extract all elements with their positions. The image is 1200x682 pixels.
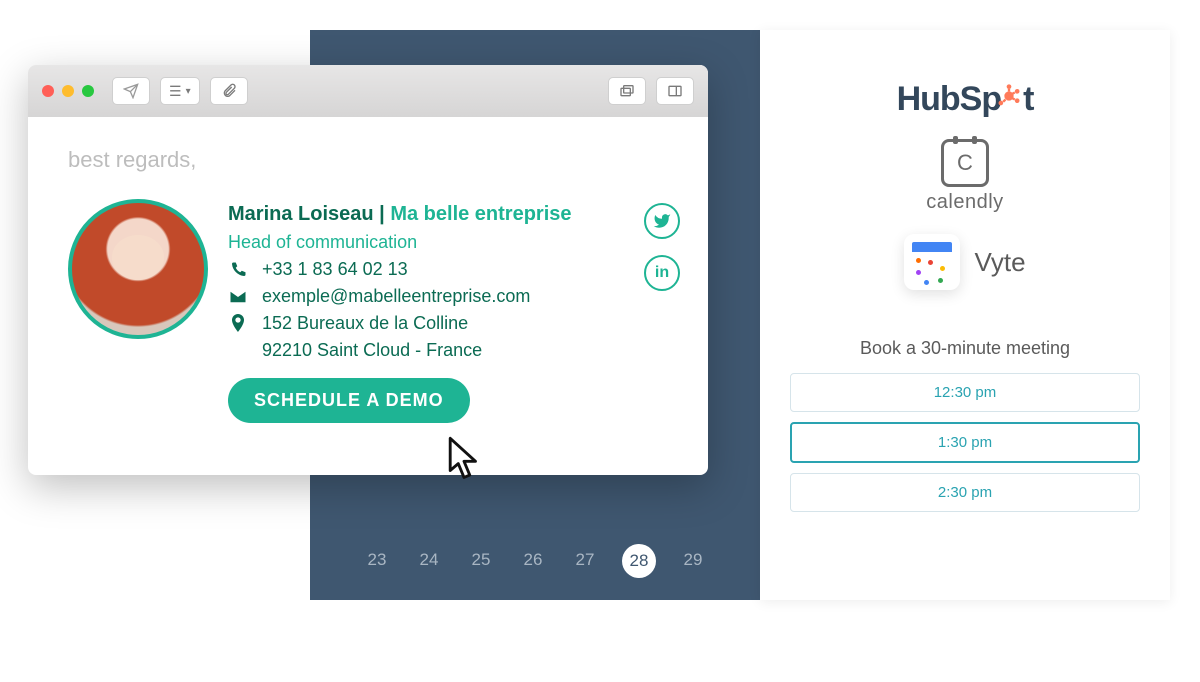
date-strip: 23 24 25 26 27 28 29	[310, 550, 760, 578]
time-slot-selected[interactable]: 1:30 pm	[790, 422, 1140, 463]
sprocket-icon	[995, 80, 1023, 119]
vyte-icon	[904, 234, 960, 290]
schedule-demo-button[interactable]: SCHEDULE A DEMO	[228, 378, 470, 423]
hubspot-wordmark-suffix: t	[1023, 80, 1033, 119]
closing-line: best regards,	[68, 147, 680, 173]
attach-button[interactable]	[210, 77, 248, 105]
linkedin-icon[interactable]: in	[644, 255, 680, 291]
mail-icon	[228, 290, 248, 304]
vyte-logo: Vyte	[904, 234, 1025, 290]
time-slot[interactable]: 2:30 pm	[790, 473, 1140, 512]
signature-details: Marina Loiseau | Ma belle entreprise Hea…	[228, 199, 572, 423]
calendly-label: calendly	[926, 191, 1003, 214]
calendar-date[interactable]: 29	[678, 550, 708, 578]
signature-address-row: 152 Bureaux de la Colline	[228, 310, 572, 337]
calendar-date[interactable]: 27	[570, 550, 600, 578]
traffic-lights	[42, 85, 94, 97]
integration-logos: HubSp t C calendly	[897, 80, 1034, 290]
zoom-icon[interactable]	[82, 85, 94, 97]
social-links: in	[644, 203, 680, 291]
signature-name-row: Marina Loiseau | Ma belle entreprise	[228, 199, 572, 229]
pin-icon	[228, 314, 248, 334]
avatar	[68, 199, 208, 339]
calendar-date-selected[interactable]: 28	[622, 544, 656, 578]
phone-icon	[228, 261, 248, 279]
signature-phone-row: +33 1 83 64 02 13	[228, 256, 572, 283]
calendar-date[interactable]: 26	[518, 550, 548, 578]
booking-heading: Book a 30-minute meeting	[860, 338, 1070, 359]
calendar-icon: C	[941, 139, 989, 187]
signature-address1: 152 Bureaux de la Colline	[262, 310, 468, 337]
twitter-icon[interactable]	[644, 203, 680, 239]
list-icon: ☰	[169, 83, 182, 100]
email-body[interactable]: best regards, Marina Loiseau | Ma belle …	[28, 117, 708, 475]
signature-email: exemple@mabelleentreprise.com	[262, 283, 530, 310]
calendly-logo: C calendly	[926, 139, 1003, 214]
time-slot-list: 12:30 pm 1:30 pm 2:30 pm	[790, 373, 1140, 512]
signature-company: Ma belle entreprise	[390, 203, 571, 225]
signature-role: Head of communication	[228, 229, 572, 256]
hubspot-wordmark: HubSp	[897, 80, 1002, 119]
signature-email-row: exemple@mabelleentreprise.com	[228, 283, 572, 310]
signature-phone: +33 1 83 64 02 13	[262, 256, 408, 283]
signature-address2: 92210 Saint Cloud - France	[262, 337, 482, 364]
send-button[interactable]	[112, 77, 150, 105]
minimize-icon[interactable]	[62, 85, 74, 97]
time-slot[interactable]: 12:30 pm	[790, 373, 1140, 412]
windows-button[interactable]	[608, 77, 646, 105]
calendar-date[interactable]: 23	[362, 550, 392, 578]
calendly-letter: C	[957, 150, 973, 176]
format-list-button[interactable]: ☰ ▾	[160, 77, 200, 105]
close-icon[interactable]	[42, 85, 54, 97]
vyte-label: Vyte	[974, 247, 1025, 278]
chevron-down-icon: ▾	[186, 86, 191, 97]
signature-address-row2: 92210 Saint Cloud - France	[228, 337, 572, 364]
calendar-date[interactable]: 24	[414, 550, 444, 578]
signature-separator: |	[374, 203, 391, 225]
email-compose-window: ☰ ▾ best regards, Marina Loiseau | Ma be…	[28, 65, 708, 475]
window-titlebar: ☰ ▾	[28, 65, 708, 117]
calendar-date[interactable]: 25	[466, 550, 496, 578]
email-signature: Marina Loiseau | Ma belle entreprise Hea…	[68, 199, 680, 423]
sidebar-toggle-button[interactable]	[656, 77, 694, 105]
hubspot-logo: HubSp t	[897, 80, 1034, 119]
booking-panel: HubSp t C calendly	[760, 30, 1170, 600]
signature-name: Marina Loiseau	[228, 203, 374, 225]
